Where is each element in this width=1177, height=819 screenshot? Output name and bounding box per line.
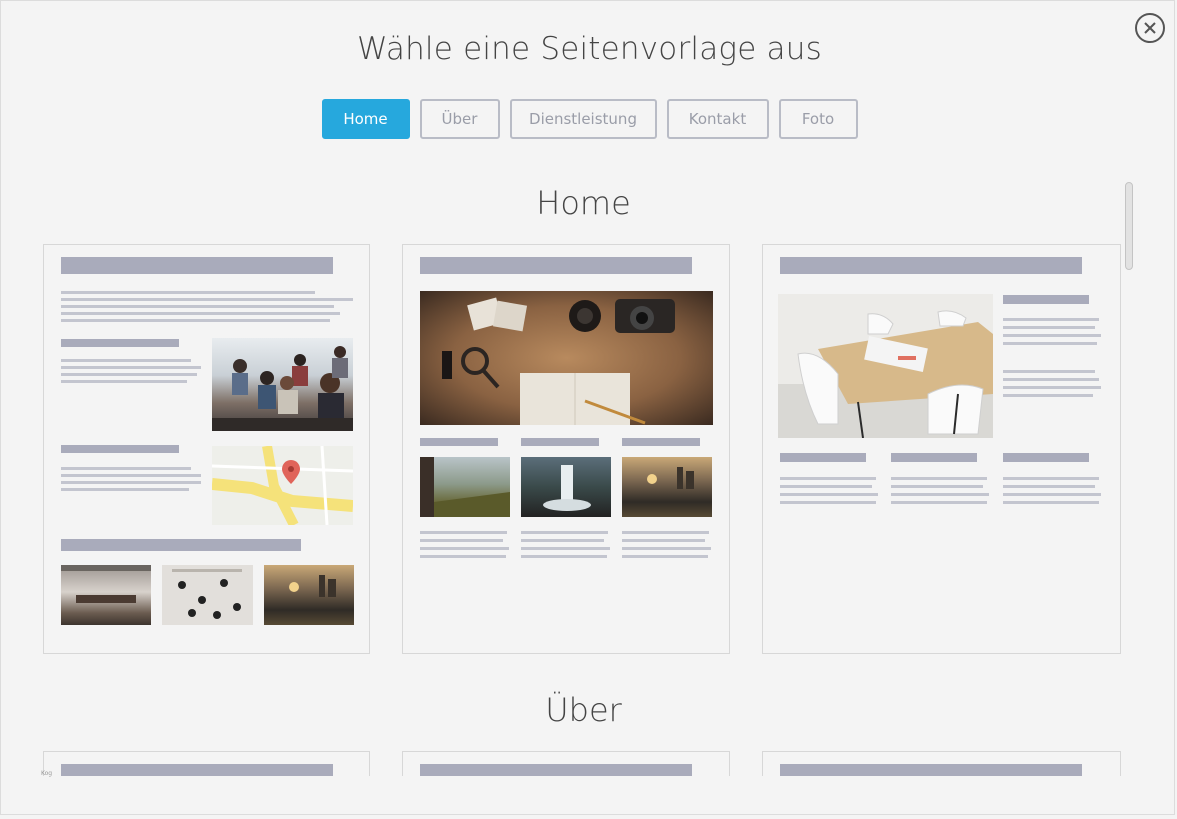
template-list: Home Über: [1, 161, 1136, 776]
subheading-placeholder: [780, 453, 866, 462]
text-placeholder: [420, 539, 503, 542]
text-placeholder: [61, 380, 187, 383]
text-placeholder: [61, 312, 340, 315]
text-placeholder: [1003, 334, 1101, 337]
text-placeholder: [891, 477, 987, 480]
template-card-home-1[interactable]: [43, 244, 370, 654]
heading-placeholder: [61, 257, 333, 274]
heading-placeholder: [780, 764, 1082, 776]
subheading-placeholder: [1003, 453, 1089, 462]
text-placeholder: [521, 547, 610, 550]
tab-home[interactable]: Home: [321, 99, 410, 139]
template-card-ueber-1[interactable]: [43, 751, 370, 776]
template-card-ueber-3[interactable]: [762, 751, 1121, 776]
template-card-home-2[interactable]: [402, 244, 730, 654]
heading-placeholder: [420, 764, 692, 776]
subheading-placeholder: [622, 438, 700, 446]
office-topview-photo: [162, 565, 253, 625]
text-placeholder: [780, 501, 876, 504]
text-placeholder: [61, 366, 201, 369]
tab-ueber[interactable]: Über: [419, 99, 500, 139]
text-placeholder: [780, 485, 872, 488]
text-placeholder: [891, 493, 989, 496]
text-placeholder: [1003, 318, 1099, 321]
text-placeholder: [61, 291, 315, 294]
text-placeholder: [1003, 493, 1101, 496]
text-placeholder: [61, 474, 201, 477]
text-placeholder: [1003, 477, 1099, 480]
section-title-ueber: Über: [545, 691, 622, 729]
text-placeholder: [61, 359, 191, 362]
tab-kontakt[interactable]: Kontakt: [666, 99, 769, 139]
subheading-placeholder: [61, 339, 179, 347]
text-placeholder: [622, 531, 709, 534]
text-placeholder: [61, 481, 201, 484]
text-placeholder: [1003, 386, 1101, 389]
text-placeholder: [1003, 394, 1093, 397]
heading-placeholder: [780, 257, 1082, 274]
text-placeholder: [521, 531, 608, 534]
text-placeholder: [622, 555, 708, 558]
text-placeholder: [622, 539, 705, 542]
template-card-ueber-2[interactable]: [402, 751, 730, 776]
text-placeholder: [61, 467, 191, 470]
text-placeholder: [61, 305, 334, 308]
team-meeting-photo: [212, 338, 353, 431]
subheading-placeholder: [61, 445, 179, 453]
heading-placeholder: [420, 257, 692, 274]
subheading-placeholder: [521, 438, 599, 446]
table-chairs-photo: [778, 294, 993, 438]
conference-room-photo: [61, 565, 151, 625]
footer-tag: Kog: [41, 770, 53, 777]
map-image: [212, 446, 353, 525]
text-placeholder: [420, 547, 509, 550]
text-placeholder: [1003, 342, 1097, 345]
text-placeholder: [420, 555, 506, 558]
text-placeholder: [61, 373, 197, 376]
text-placeholder: [891, 485, 983, 488]
text-placeholder: [521, 539, 604, 542]
tab-dienstleistung[interactable]: Dienstleistung: [509, 99, 657, 139]
text-placeholder: [891, 501, 987, 504]
subheading-placeholder: [1003, 295, 1089, 304]
travel-desk-photo: [420, 291, 713, 425]
text-placeholder: [521, 555, 607, 558]
text-placeholder: [61, 488, 189, 491]
subheading-placeholder: [891, 453, 977, 462]
dialog-title: Wähle eine Seitenvorlage aus: [357, 31, 822, 67]
template-card-home-3[interactable]: [762, 244, 1121, 654]
subheading-placeholder: [420, 438, 498, 446]
text-placeholder: [1003, 370, 1095, 373]
template-tabs: Home Über Dienstleistung Kontakt Foto: [1, 99, 1177, 139]
heading-placeholder: [61, 539, 301, 551]
section-title-home: Home: [536, 184, 631, 222]
scrollbar-thumb[interactable]: [1125, 182, 1133, 270]
scrollbar-track[interactable]: [1124, 181, 1134, 776]
text-placeholder: [1003, 501, 1099, 504]
text-placeholder: [61, 298, 353, 301]
train-landscape-photo: [420, 457, 510, 517]
text-placeholder: [61, 319, 330, 322]
text-placeholder: [1003, 378, 1099, 381]
template-dialog: Wähle eine Seitenvorlage aus Home Über D…: [0, 0, 1175, 815]
text-placeholder: [780, 493, 878, 496]
city-sunset-photo: [264, 565, 354, 625]
text-placeholder: [1003, 326, 1095, 329]
text-placeholder: [622, 547, 711, 550]
tab-foto[interactable]: Foto: [778, 99, 858, 139]
text-placeholder: [420, 531, 507, 534]
waterfall-photo: [521, 457, 611, 517]
city-sunset-photo: [622, 457, 712, 517]
text-placeholder: [1003, 485, 1095, 488]
text-placeholder: [780, 477, 876, 480]
heading-placeholder: [61, 764, 333, 776]
